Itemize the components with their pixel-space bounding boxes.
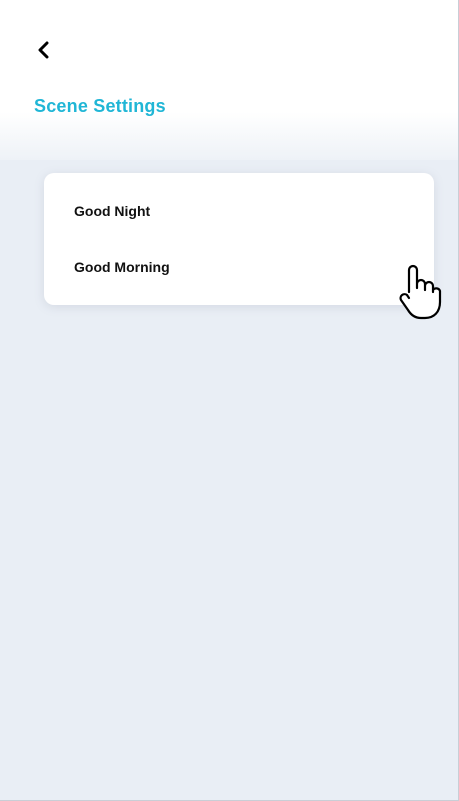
header-area: Scene Settings [0, 0, 458, 160]
back-button[interactable] [30, 36, 58, 64]
chevron-left-icon [38, 41, 49, 59]
page-title: Scene Settings [34, 96, 166, 116]
scene-item-good-night[interactable]: Good Night [74, 203, 150, 219]
hand-pointer-icon [399, 264, 442, 320]
app-screen: Scene Settings Good Night Good Morning [0, 0, 459, 801]
scene-item-good-morning[interactable]: Good Morning [74, 259, 170, 275]
scene-list-card: Good Night Good Morning [44, 173, 434, 305]
